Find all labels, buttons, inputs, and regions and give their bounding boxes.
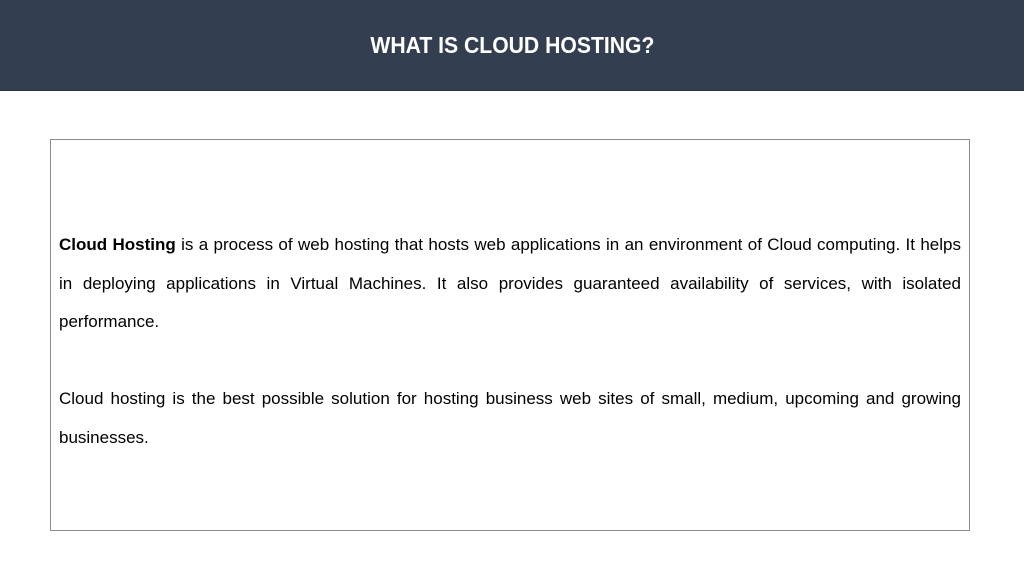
slide-title: WHAT IS CLOUD HOSTING? bbox=[369, 31, 655, 58]
paragraph-definition: Cloud Hosting is a process of web hostin… bbox=[59, 226, 961, 342]
paragraph-usage: Cloud hosting is the best possible solut… bbox=[59, 389, 961, 447]
paragraph-definition-text: is a process of web hosting that hosts w… bbox=[59, 235, 961, 331]
content-box: Cloud Hosting is a process of web hostin… bbox=[50, 139, 970, 531]
bold-term-cloud-hosting: Cloud Hosting bbox=[59, 235, 176, 254]
header-bar: WHAT IS CLOUD HOSTING? bbox=[0, 0, 1024, 91]
slide: WHAT IS CLOUD HOSTING? Cloud Hosting is … bbox=[0, 0, 1024, 576]
